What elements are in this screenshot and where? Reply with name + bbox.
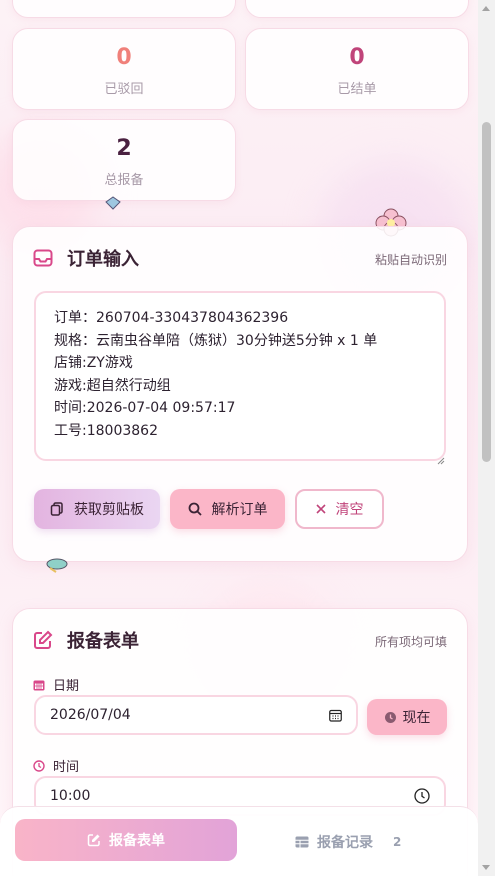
search-icon: [188, 502, 202, 516]
order-input-title: 订单输入: [67, 249, 139, 270]
get-clipboard-button[interactable]: 获取剪贴板: [34, 489, 160, 529]
stat-card-total: 2 总报备: [12, 119, 236, 201]
clock-icon: [33, 759, 45, 772]
scroll-down-arrow-icon[interactable]: [482, 865, 490, 870]
records-count-badge: 2: [393, 835, 402, 849]
copy-icon: [50, 502, 63, 516]
tab-report-records-label: 报备记录: [317, 835, 373, 851]
time-picker-icon[interactable]: [414, 788, 430, 804]
report-form-hint: 所有项均可填: [374, 635, 447, 649]
calendar-icon: [33, 680, 45, 690]
time-field-label: 时间: [33, 756, 79, 775]
scroll-up-arrow-icon[interactable]: [482, 6, 490, 11]
inbox-icon: [33, 249, 53, 267]
stat-settled-value: 0: [349, 45, 365, 70]
leaf-sticker-icon: [46, 558, 68, 573]
resize-handle-icon[interactable]: [437, 457, 445, 465]
tab-report-form[interactable]: 报备表单: [15, 819, 237, 861]
stat-card-partial-right: [245, 0, 469, 18]
edit-icon: [34, 630, 53, 649]
page: 0 已驳回 0 已结单 2 总报备 订单输入 粘贴自动识别 订单：260704-…: [0, 0, 478, 876]
close-icon: [315, 504, 326, 514]
order-input-hint: 粘贴自动识别: [374, 253, 447, 267]
bottom-nav: 报备表单 报备记录 2: [0, 806, 478, 876]
tab-report-form-label: 报备表单: [109, 833, 165, 849]
date-label-text: 日期: [53, 679, 80, 694]
clear-label: 清空: [335, 502, 364, 518]
scrollbar-thumb[interactable]: [482, 122, 491, 462]
order-textarea[interactable]: 订单：260704-330437804362396 规格：云南虫谷单陪（炼狱）3…: [34, 291, 446, 461]
get-clipboard-label: 获取剪贴板: [74, 502, 144, 518]
stat-rejected-label: 已驳回: [104, 82, 144, 97]
table-icon: [295, 836, 309, 848]
clock-icon: [384, 711, 396, 723]
now-button[interactable]: 现在: [367, 699, 447, 735]
stat-card-settled: 0 已结单: [245, 28, 469, 110]
tab-report-records[interactable]: 报备记录 2: [295, 832, 401, 852]
stat-total-label: 总报备: [104, 173, 144, 188]
now-button-label: 现在: [402, 710, 431, 726]
date-picker-icon[interactable]: [329, 709, 342, 722]
parse-order-label: 解析订单: [211, 502, 268, 518]
vertical-scrollbar[interactable]: [478, 0, 495, 876]
date-input-value: 2026/07/04: [50, 707, 131, 723]
time-input-value: 10:00: [50, 788, 91, 804]
clear-button[interactable]: 清空: [295, 489, 384, 529]
time-label-text: 时间: [53, 760, 80, 775]
stat-total-value: 2: [116, 136, 132, 161]
stat-card-rejected: 0 已驳回: [12, 28, 236, 110]
date-field-label: 日期: [33, 675, 79, 694]
edit-icon: [87, 834, 100, 847]
stat-rejected-value: 0: [116, 45, 132, 70]
order-input-panel: 订单输入 粘贴自动识别 订单：260704-330437804362396 规格…: [12, 226, 468, 562]
parse-order-button[interactable]: 解析订单: [170, 489, 285, 529]
stat-settled-label: 已结单: [337, 82, 377, 97]
stat-card-partial-left: [12, 0, 236, 18]
diamond-sticker-icon: [105, 196, 121, 210]
date-input[interactable]: 2026/07/04: [34, 695, 358, 735]
report-form-title: 报备表单: [67, 631, 139, 652]
